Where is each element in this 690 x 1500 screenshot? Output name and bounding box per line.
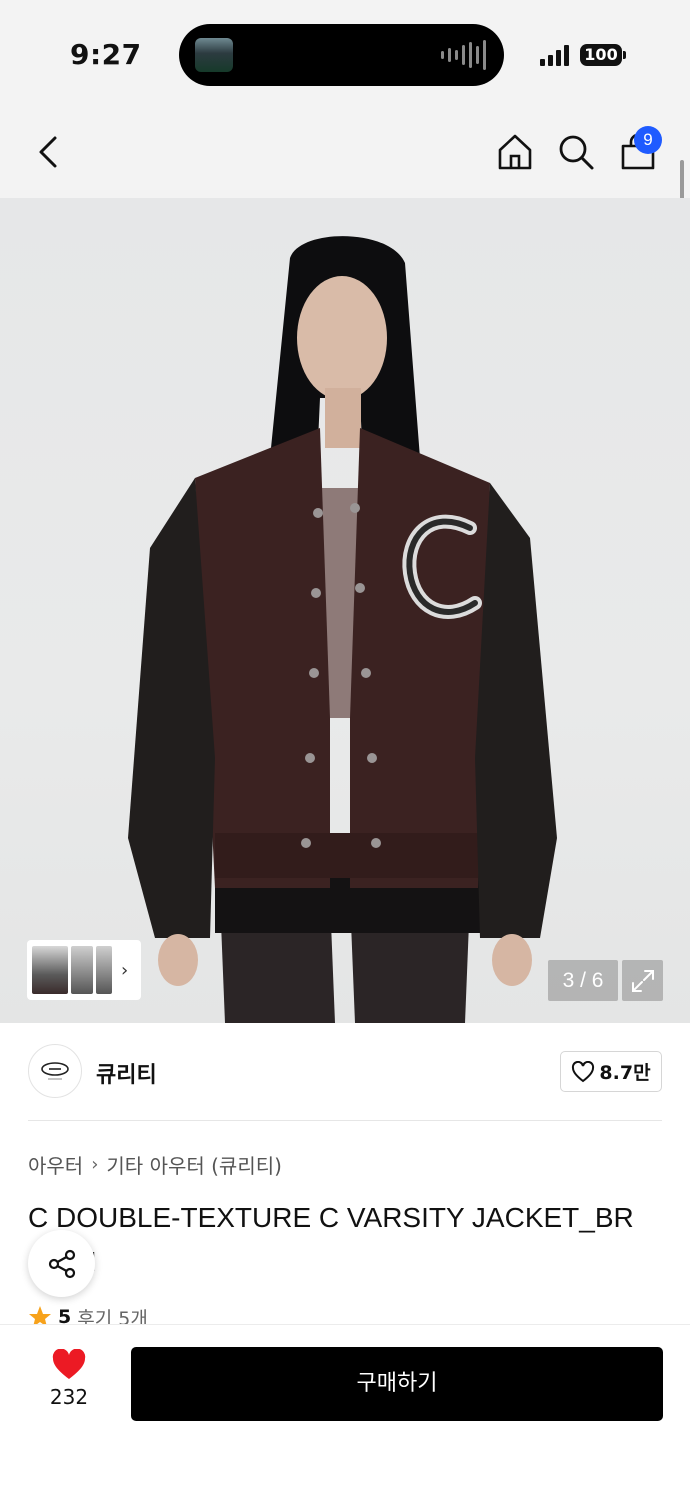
gallery-thumbnail[interactable] [96,946,112,994]
gallery-thumbnail[interactable] [32,946,68,994]
chevron-right-icon: › [91,1154,99,1175]
buy-button[interactable]: 구매하기 [131,1347,663,1421]
battery-tip [623,51,626,59]
divider [28,1120,662,1121]
brand-name[interactable]: 큐리티 [96,1057,157,1089]
dynamic-island[interactable] [179,24,504,86]
breadcrumb: 아우터 › 기타 아우터 (큐리티) [28,1150,282,1179]
back-icon[interactable] [26,130,70,174]
audio-wave-icon [441,40,486,70]
top-nav-bar [0,108,690,198]
product-title: C DOUBLE-TEXTURE C VARSITY JACKET_BR OWN [28,1196,668,1284]
status-time: 9:27 [70,38,142,71]
breadcrumb-category[interactable]: 아우터 [28,1150,83,1179]
like-count: 232 [49,1385,89,1409]
breadcrumb-subcategory[interactable]: 기타 아우터 (큐리티) [106,1150,282,1179]
product-title-line: OWN [28,1240,668,1284]
product-photo [128,236,557,1023]
heart-outline-icon [572,1060,595,1082]
gallery-thumbnail[interactable] [71,946,93,994]
chevron-right-icon[interactable]: › [121,960,128,981]
share-button[interactable] [28,1230,95,1297]
bottom-action-bar: 232 구매하기 [0,1324,690,1500]
status-bar: 9:27 100 [0,0,690,108]
home-icon[interactable] [493,130,537,174]
heart-filled-icon [52,1349,86,1379]
expand-icon[interactable] [622,960,663,1001]
product-image-gallery[interactable]: › 3 / 6 [0,198,690,1023]
cellular-signal-icon [540,44,569,66]
like-button[interactable]: 232 [36,1349,102,1415]
cart-count-badge: 9 [634,126,662,154]
brand-like-count: 8.7만 [599,1062,651,1084]
now-playing-artwork [195,38,233,72]
battery-indicator: 100 [580,44,622,66]
brand-row[interactable]: 큐리티 8.7만 [28,1044,662,1100]
share-icon [48,1249,75,1278]
product-title-line: C DOUBLE-TEXTURE C VARSITY JACKET_BR [28,1202,634,1233]
brand-like-button[interactable]: 8.7만 [560,1051,662,1092]
search-icon[interactable] [554,130,598,174]
gallery-thumbnail-strip[interactable]: › [27,940,141,1000]
brand-logo[interactable] [28,1044,82,1098]
image-counter: 3 / 6 [548,960,618,1001]
